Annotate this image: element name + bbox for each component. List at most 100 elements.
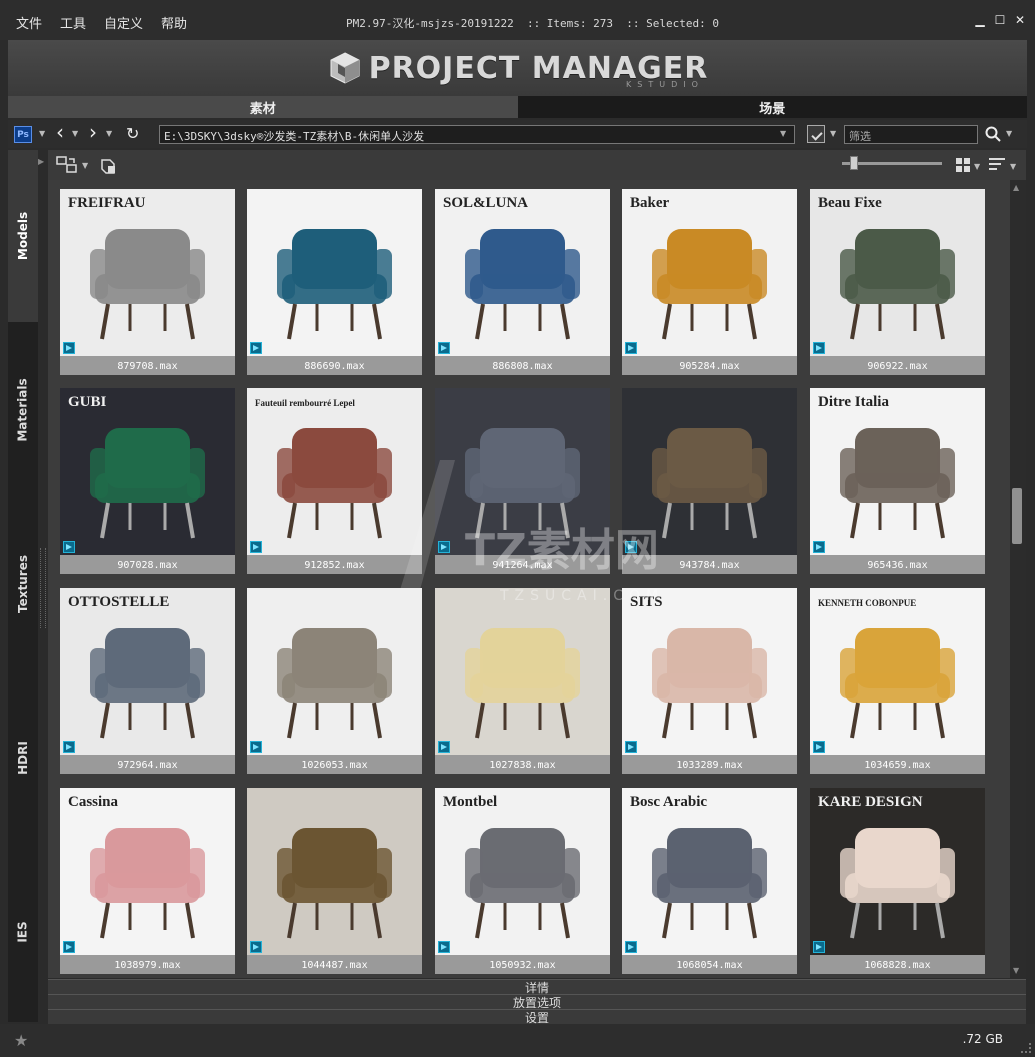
panel-details[interactable]: 详情 [48, 979, 1026, 995]
asset-thumbnail[interactable]: SOL&LUNA [435, 189, 610, 356]
max-file-icon [625, 941, 637, 953]
tab-assets[interactable]: 素材 [8, 96, 518, 118]
asset-thumbnail[interactable]: Beau Fixe [810, 189, 985, 356]
asset-thumbnail[interactable] [247, 189, 422, 356]
asset-item[interactable]: 1027838.max [435, 588, 610, 774]
forward-dropdown-icon[interactable]: ▼ [106, 129, 112, 138]
asset-thumbnail[interactable] [247, 788, 422, 955]
asset-thumbnail[interactable]: KARE DESIGN [810, 788, 985, 955]
asset-item[interactable]: Montbel 1050932.max [435, 788, 610, 974]
view-dropdown-icon[interactable]: ▼ [974, 162, 980, 171]
asset-item[interactable]: SOL&LUNA 886808.max [435, 189, 610, 375]
asset-thumbnail[interactable]: Ditre Italia [810, 388, 985, 555]
search-icon[interactable] [985, 126, 1001, 142]
sidebar-resize-handle[interactable] [40, 548, 46, 628]
asset-item[interactable]: Fauteuil rembourré Lepel 912852.max [247, 388, 422, 574]
collapse-arrow-icon[interactable]: ▶ [38, 157, 44, 166]
brand-label: Bosc Arabic [630, 794, 707, 810]
main-tabs: 素材 场景 [8, 96, 1027, 118]
asset-filename: 1038979.max [114, 959, 181, 971]
asset-item[interactable]: SITS 1033289.max [622, 588, 797, 774]
asset-item[interactable]: Ditre Italia 965436.max [810, 388, 985, 574]
filter-dropdown-icon[interactable]: ▼ [830, 129, 836, 138]
asset-item[interactable]: 1026053.max [247, 588, 422, 774]
asset-thumbnail[interactable] [435, 388, 610, 555]
scroll-down-icon[interactable]: ▼ [1013, 966, 1019, 975]
sidebar-tab-textures[interactable]: Textures [8, 498, 38, 670]
favorite-star-icon[interactable]: ★ [14, 1031, 28, 1050]
search-dropdown-icon[interactable]: ▼ [1006, 129, 1012, 138]
asset-item[interactable]: Bosc Arabic 1068054.max [622, 788, 797, 974]
asset-item[interactable]: 886690.max [247, 189, 422, 375]
photoshop-icon[interactable]: Ps [14, 126, 32, 143]
menu-tools[interactable]: 工具 [60, 13, 86, 32]
asset-item[interactable]: OTTOSTELLE 972964.max [60, 588, 235, 774]
asset-thumbnail[interactable]: SITS [622, 588, 797, 755]
swap-icon[interactable] [56, 155, 78, 175]
asset-thumbnail[interactable]: Bosc Arabic [622, 788, 797, 955]
asset-thumbnail[interactable] [247, 588, 422, 755]
forward-icon[interactable]: › [89, 120, 97, 144]
path-dropdown-icon[interactable]: ▼ [780, 129, 786, 138]
sidebar-tab-ies[interactable]: IES [8, 846, 38, 1018]
chair-illustration: Beau Fixe [818, 195, 955, 340]
max-file-icon [250, 941, 262, 953]
sort-icon[interactable] [989, 158, 1005, 172]
chair-illustration [465, 628, 580, 739]
minimize-icon[interactable]: ▁ [973, 13, 987, 27]
asset-thumbnail[interactable]: GUBI [60, 388, 235, 555]
close-icon[interactable]: ✕ [1013, 13, 1027, 27]
refresh-icon[interactable]: ↻ [126, 124, 139, 143]
sidebar-tab-models[interactable]: Models [8, 150, 38, 322]
back-dropdown-icon[interactable]: ▼ [72, 129, 78, 138]
sort-dropdown-icon[interactable]: ▼ [1010, 162, 1016, 171]
asset-item[interactable]: 943784.max [622, 388, 797, 574]
asset-thumbnail[interactable]: Fauteuil rembourré Lepel [247, 388, 422, 555]
asset-item[interactable]: KARE DESIGN 1068828.max [810, 788, 985, 974]
asset-thumbnail[interactable]: FREIFRAU [60, 189, 235, 356]
asset-item[interactable]: 1044487.max [247, 788, 422, 974]
scroll-thumb[interactable] [1012, 488, 1022, 544]
asset-thumbnail[interactable]: Montbel [435, 788, 610, 955]
menu-customize[interactable]: 自定义 [104, 13, 143, 32]
asset-item[interactable]: Baker 905284.max [622, 189, 797, 375]
panel-settings[interactable]: 设置 [48, 1009, 1026, 1025]
asset-thumbnail[interactable] [435, 588, 610, 755]
max-file-icon [813, 342, 825, 354]
swap-dropdown-icon[interactable]: ▼ [82, 161, 88, 170]
maximize-icon[interactable]: ☐ [993, 13, 1007, 27]
grid-view-icon[interactable] [956, 158, 970, 172]
asset-item[interactable]: Cassina 1038979.max [60, 788, 235, 974]
search-input[interactable]: 筛选 [844, 125, 978, 144]
resize-grip-icon[interactable] [1021, 1043, 1031, 1053]
asset-item[interactable]: FREIFRAU 879708.max [60, 189, 235, 375]
tab-scenes[interactable]: 场景 [517, 96, 1027, 118]
vertical-scrollbar[interactable] [1010, 180, 1026, 978]
path-field[interactable]: E:\3DSKY\3dsky®沙发类-TZ素材\B-休闲单人沙发 [159, 125, 795, 144]
box-icon[interactable] [98, 155, 118, 175]
ps-dropdown-icon[interactable]: ▼ [39, 129, 45, 138]
asset-thumbnail[interactable]: Cassina [60, 788, 235, 955]
asset-item[interactable]: Beau Fixe 906922.max [810, 189, 985, 375]
asset-filename: 1068828.max [864, 959, 931, 971]
menu-file[interactable]: 文件 [16, 13, 42, 32]
asset-thumbnail[interactable] [622, 388, 797, 555]
filter-toggle-icon[interactable] [807, 125, 825, 143]
asset-item[interactable]: GUBI 907028.max [60, 388, 235, 574]
asset-thumbnail[interactable]: OTTOSTELLE [60, 588, 235, 755]
sidebar-tab-materials[interactable]: Materials [8, 324, 38, 496]
brand-label: Baker [630, 195, 670, 211]
asset-item[interactable]: KENNETH COBONPUE 1034659.max [810, 588, 985, 774]
browser-toolbar: ▼ [48, 150, 1026, 180]
menu-help[interactable]: 帮助 [161, 13, 187, 32]
sidebar-tab-hdri[interactable]: HDRI [8, 672, 38, 844]
asset-item[interactable]: 941264.max [435, 388, 610, 574]
panel-placement-options[interactable]: 放置选项 [48, 994, 1026, 1010]
asset-thumbnail[interactable]: KENNETH COBONPUE [810, 588, 985, 755]
asset-filename: 1033289.max [676, 759, 743, 771]
back-icon[interactable]: ‹ [56, 120, 64, 144]
chair-illustration: FREIFRAU [68, 195, 205, 340]
slider-thumb[interactable] [850, 156, 858, 170]
asset-thumbnail[interactable]: Baker [622, 189, 797, 356]
scroll-up-icon[interactable]: ▲ [1013, 183, 1019, 192]
